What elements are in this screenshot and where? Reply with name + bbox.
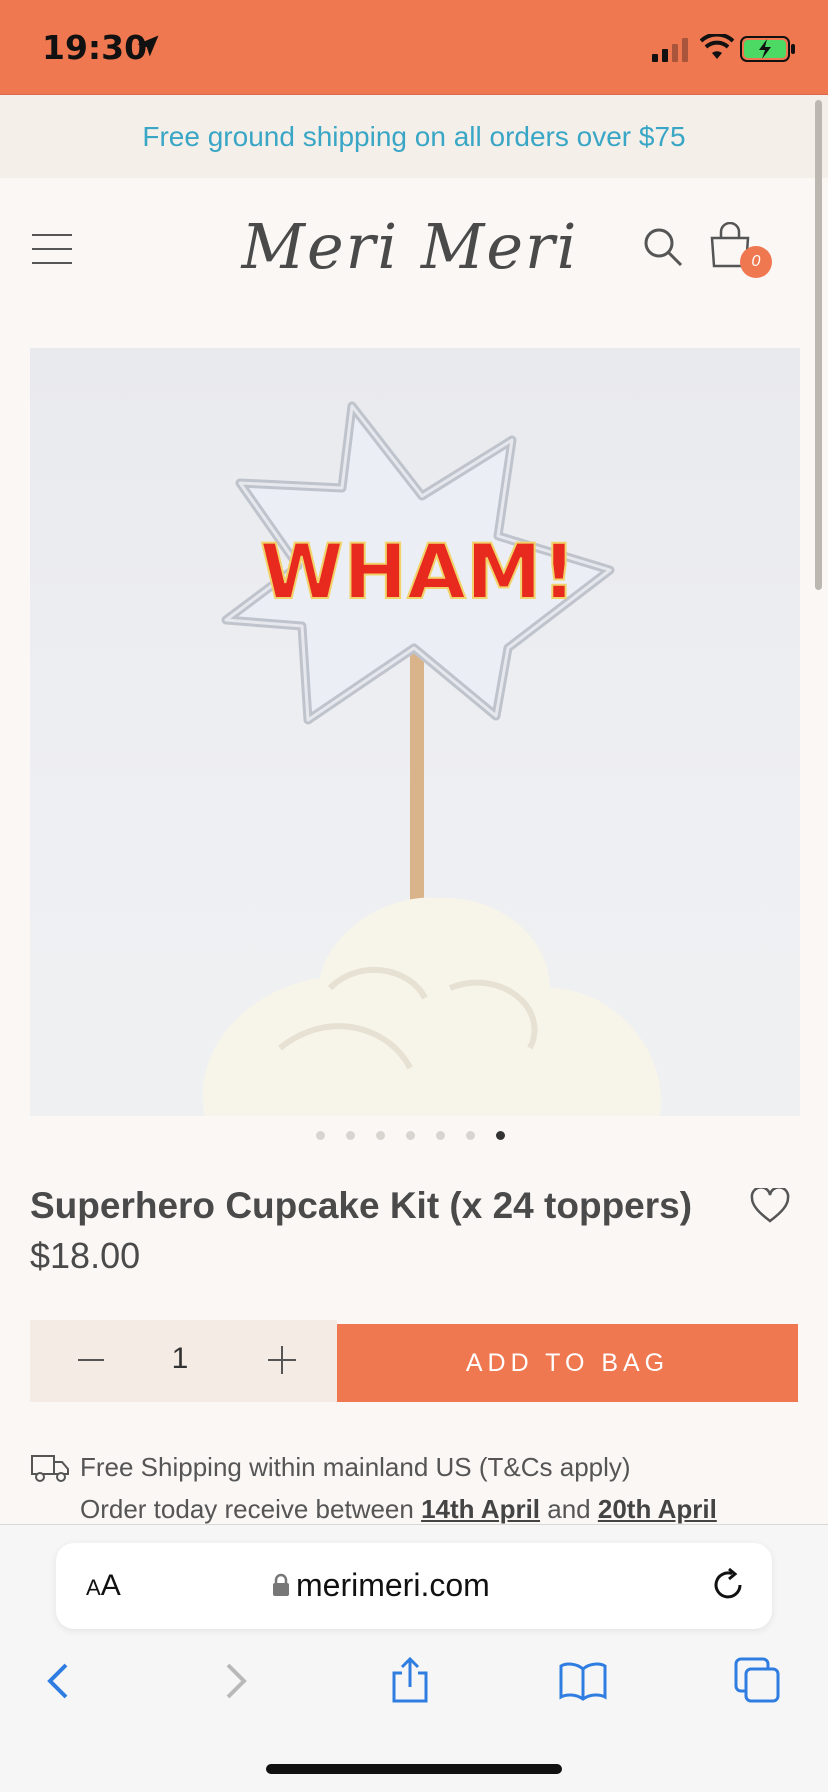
bookmarks-icon[interactable] xyxy=(558,1661,608,1701)
location-arrow-icon xyxy=(137,35,159,57)
wham-text: WHAM! xyxy=(260,527,577,616)
gallery-dot-active[interactable] xyxy=(496,1131,505,1140)
announcement-text: Free ground shipping on all orders over … xyxy=(142,120,686,152)
delivery-date-start: 14th April xyxy=(421,1494,541,1524)
page-scrollbar[interactable] xyxy=(815,100,822,590)
truck-icon xyxy=(31,1455,69,1482)
product-price: $18.00 xyxy=(30,1235,141,1276)
share-icon[interactable] xyxy=(388,1655,432,1705)
delivery-prefix: Order today receive between xyxy=(80,1494,422,1524)
gallery-dots xyxy=(316,1131,505,1140)
minus-icon[interactable] xyxy=(70,1340,110,1380)
back-arrow-icon[interactable] xyxy=(42,1661,72,1701)
plus-icon[interactable] xyxy=(262,1340,302,1380)
tabs-icon[interactable] xyxy=(734,1657,780,1703)
url-text[interactable]: merimeri.com xyxy=(296,1567,490,1604)
home-indicator[interactable] xyxy=(266,1764,562,1774)
site-logo[interactable]: Meri Meri xyxy=(230,210,590,290)
product-title: Superhero Cupcake Kit (x 24 toppers) xyxy=(30,1185,693,1226)
status-time: 19:30 xyxy=(42,28,148,67)
lock-icon xyxy=(273,1573,289,1596)
announcement-bar: Free ground shipping on all orders over … xyxy=(0,95,828,178)
shipping-text: Free Shipping within mainland US (T&Cs a… xyxy=(80,1452,631,1482)
delivery-estimate: Order today receive between 14th April a… xyxy=(80,1494,717,1525)
gallery-dot[interactable] xyxy=(376,1131,385,1140)
battery-charging-icon xyxy=(740,36,795,62)
status-bar: 19:30 xyxy=(0,0,828,95)
search-icon[interactable] xyxy=(642,226,684,268)
gallery-dot[interactable] xyxy=(436,1131,445,1140)
wifi-icon xyxy=(700,34,734,59)
delivery-mid: and xyxy=(540,1494,598,1524)
quantity-stepper: 1 xyxy=(30,1320,337,1402)
gallery-dot[interactable] xyxy=(406,1131,415,1140)
browser-toolbar: AA merimeri.com xyxy=(0,1524,828,1792)
cart-count-badge: 0 xyxy=(740,246,772,278)
delivery-date-end: 20th April xyxy=(597,1494,717,1524)
site-header: Meri Meri 0 xyxy=(0,178,828,343)
forward-arrow-icon[interactable] xyxy=(222,1661,252,1701)
reload-icon[interactable] xyxy=(710,1567,746,1603)
product-image[interactable]: WHAM! xyxy=(30,348,800,1116)
add-to-bag-button[interactable]: ADD TO BAG xyxy=(337,1324,798,1402)
cellular-signal-icon xyxy=(652,38,688,62)
aa-small: A xyxy=(86,1575,101,1600)
text-size-button[interactable]: AA xyxy=(86,1569,121,1603)
aa-large: A xyxy=(100,1569,121,1602)
quantity-value[interactable]: 1 xyxy=(155,1342,205,1376)
menu-icon[interactable] xyxy=(32,234,72,266)
address-bar[interactable]: AA merimeri.com xyxy=(56,1543,772,1629)
gallery-dot[interactable] xyxy=(466,1131,475,1140)
gallery-dot[interactable] xyxy=(346,1131,355,1140)
product-photo: WHAM! xyxy=(202,401,662,1116)
wishlist-heart-icon[interactable] xyxy=(750,1188,790,1224)
gallery-dot[interactable] xyxy=(316,1131,325,1140)
